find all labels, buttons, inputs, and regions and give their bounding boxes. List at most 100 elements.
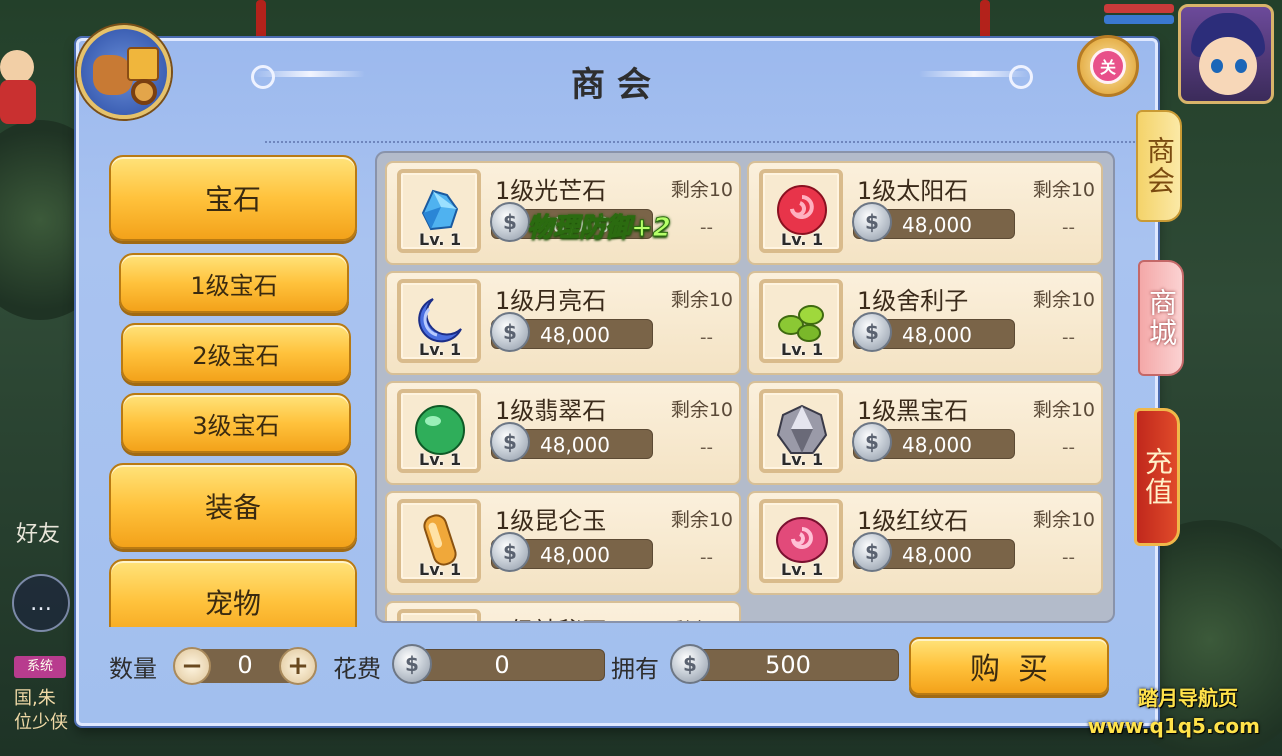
item-dash: -- <box>1062 217 1075 238</box>
item-card[interactable]: Lv. 1 1级光芒石 剩余10 $ 48,000 -- 物理防御+2 <box>385 161 741 265</box>
item-dash: -- <box>1062 437 1075 458</box>
item-name: 1级红纹石 <box>857 507 969 535</box>
own-value: 500 <box>765 651 811 679</box>
watermark-title: 踏月导航页 <box>1138 686 1238 710</box>
chat-line: 国,朱 <box>14 688 56 709</box>
quantity-stepper[interactable]: − 0 + <box>173 647 317 685</box>
item-dash: -- <box>1062 547 1075 568</box>
item-card[interactable]: Lv. 1 1级昆仑玉 剩余10 $ 48,000 -- <box>385 491 741 595</box>
category-gem-lv1[interactable]: 1级宝石 <box>119 253 349 313</box>
category-equipment[interactable]: 装备 <box>109 463 357 549</box>
category-gem-lv2[interactable]: 2级宝石 <box>121 323 351 383</box>
item-level: Lv. 1 <box>419 450 462 469</box>
pink-swirl-gem-icon <box>776 517 828 563</box>
player-avatar[interactable] <box>1178 4 1274 104</box>
silver-coin-icon: $ <box>490 422 530 462</box>
price-bar: $ 48,000 <box>490 532 653 572</box>
item-remaining: 剩余10 <box>1032 399 1095 421</box>
item-slot <box>397 609 481 621</box>
tab-merchant-guild[interactable]: 商会 <box>1136 110 1182 222</box>
item-level: Lv. 1 <box>419 230 462 249</box>
item-name: 1级翡翠石 <box>495 397 607 425</box>
item-level: Lv. 1 <box>781 340 824 359</box>
item-price: 48,000 <box>540 543 610 567</box>
purchase-bar: 数量 − 0 + 花费 $ 0 拥有 $ 500 购买 <box>79 637 1155 697</box>
merchant-guild-panel: 商会 关 宝石 1级宝石 2级宝石 3级宝石 装备 宠物 Lv. 1 1级光芒石… <box>76 25 1158 726</box>
buy-button[interactable]: 购买 <box>909 637 1109 695</box>
friend-label[interactable]: 好友 <box>16 516 60 548</box>
item-price: 48,000 <box>540 433 610 457</box>
item-card[interactable]: Lv. 1 1级黑宝石 剩余10 $ 48,000 -- <box>747 381 1103 485</box>
close-button[interactable]: 关 <box>1077 35 1139 97</box>
price-bar: $ 48,000 <box>852 422 1015 462</box>
quantity-label: 数量 <box>109 655 157 683</box>
item-dash: -- <box>700 217 713 238</box>
item-name: 1级黑宝石 <box>857 397 969 425</box>
npc-character <box>0 50 40 130</box>
black-diamond-icon <box>776 404 828 454</box>
green-beads-icon <box>778 305 824 342</box>
item-remaining: 剩余10 <box>670 399 733 421</box>
item-slot: Lv. 1 <box>759 279 843 363</box>
item-slot: Lv. 1 <box>397 499 481 583</box>
silver-coin-icon: $ <box>490 532 530 572</box>
price-bar: $ 48,000 <box>852 532 1015 572</box>
category-menu[interactable]: 宝石 1级宝石 2级宝石 3级宝石 装备 宠物 <box>99 149 369 627</box>
red-swirl-gem-icon <box>777 185 827 235</box>
item-remaining: 剩余10 <box>671 615 733 621</box>
hanging-rope <box>256 0 266 42</box>
divider <box>265 141 1135 143</box>
blue-moon-gem-icon <box>418 298 462 343</box>
silver-coin-icon: $ <box>852 202 892 242</box>
item-dash: -- <box>700 327 713 348</box>
item-card[interactable]: Lv. 1 1级月亮石 剩余10 $ 48,000 -- <box>385 271 741 375</box>
minus-button[interactable]: − <box>173 647 211 685</box>
item-level: Lv. 1 <box>781 560 824 579</box>
item-price: 48,000 <box>902 543 972 567</box>
category-gem[interactable]: 宝石 <box>109 155 357 241</box>
item-card[interactable]: Lv. 1 1级太阳石 剩余10 $ 48,000 -- <box>747 161 1103 265</box>
price-bar: $ 48,000 <box>490 422 653 462</box>
item-slot: Lv. 1 <box>759 169 843 253</box>
silver-coin-icon: $ <box>852 532 892 572</box>
item-grid[interactable]: Lv. 1 1级光芒石 剩余10 $ 48,000 -- 物理防御+2 Lv. … <box>375 151 1115 623</box>
close-icon: 关 <box>1090 48 1126 84</box>
orange-jade-icon <box>423 514 457 566</box>
silver-coin-icon: $ <box>490 202 530 242</box>
item-remaining: 剩余10 <box>670 179 733 201</box>
chat-bubble-icon[interactable]: … <box>12 574 70 632</box>
item-slot: Lv. 1 <box>759 389 843 473</box>
item-level: Lv. 1 <box>419 340 462 359</box>
item-price: 48,000 <box>902 433 972 457</box>
item-card[interactable]: 1级神秘石 剩余10 <box>385 601 741 621</box>
item-card[interactable]: Lv. 1 1级舍利子 剩余10 $ 48,000 -- <box>747 271 1103 375</box>
tab-recharge[interactable]: 充值 <box>1134 408 1180 546</box>
item-name: 1级昆仑玉 <box>495 507 607 535</box>
plus-button[interactable]: + <box>279 647 317 685</box>
item-level: Lv. 1 <box>419 560 462 579</box>
system-tag: 系统 <box>14 656 66 678</box>
tab-mall[interactable]: 商城 <box>1138 260 1184 376</box>
price-bar: $ 48,000 <box>852 312 1015 352</box>
title-ornament <box>919 65 1033 89</box>
item-remaining: 剩余10 <box>1032 179 1095 201</box>
status-bars <box>1104 2 1174 26</box>
silver-coin-icon: $ <box>852 312 892 352</box>
item-dash: -- <box>700 437 713 458</box>
item-slot: Lv. 1 <box>397 169 481 253</box>
silver-coin-icon: $ <box>852 422 892 462</box>
silver-coin-icon: $ <box>490 312 530 352</box>
item-remaining: 剩余10 <box>1032 289 1095 311</box>
quantity-value: 0 <box>237 651 253 679</box>
item-remaining: 剩余10 <box>670 289 733 311</box>
item-name: 1级神秘石 <box>495 611 606 621</box>
item-level: Lv. 1 <box>781 450 824 469</box>
category-gem-lv3[interactable]: 3级宝石 <box>121 393 351 453</box>
price-bar: $ 48,000 <box>852 202 1015 242</box>
item-card[interactable]: Lv. 1 1级翡翠石 剩余10 $ 48,000 -- <box>385 381 741 485</box>
item-name: 1级太阳石 <box>857 177 969 205</box>
category-pet[interactable]: 宠物 <box>109 559 357 627</box>
item-card[interactable]: Lv. 1 1级红纹石 剩余10 $ 48,000 -- <box>747 491 1103 595</box>
item-price: 48,000 <box>902 323 972 347</box>
own-label: 拥有 <box>611 655 659 683</box>
